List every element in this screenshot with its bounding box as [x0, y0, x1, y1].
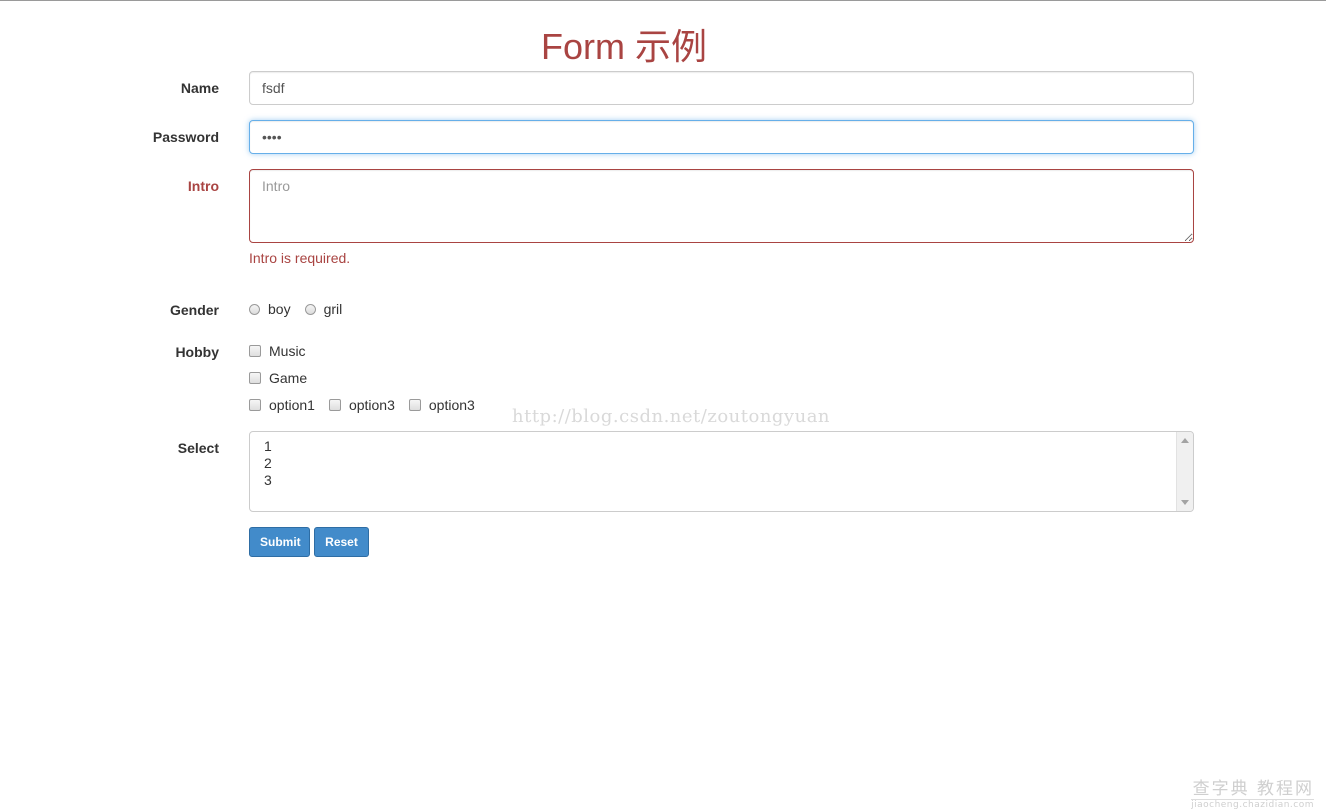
password-input[interactable] — [249, 120, 1194, 154]
gender-radio-group: boy gril — [249, 301, 356, 317]
corner-logo-main: 查字典 教程网 — [1192, 779, 1314, 799]
multi-select-listbox[interactable]: 1 2 3 — [249, 431, 1194, 512]
hobby-inline-options: option1 option3 option3 — [249, 397, 489, 413]
form-page: Form 示例 Name Password Intro Intro is req… — [0, 0, 1326, 812]
corner-logo-sub: jiaocheng.chazidian.com — [1191, 799, 1314, 810]
corner-logo: 查字典 教程网 jiaocheng.chazidian.com — [1191, 774, 1314, 810]
select-option[interactable]: 2 — [264, 455, 272, 472]
hobby-option-game[interactable]: Game — [249, 370, 307, 386]
checkbox[interactable] — [249, 372, 261, 384]
intro-label: Intro — [187, 178, 219, 194]
intro-error-message: Intro is required. — [249, 250, 351, 266]
select-scrollbar[interactable] — [1176, 432, 1193, 511]
checkbox[interactable] — [249, 399, 261, 411]
select-option[interactable]: 3 — [264, 472, 272, 489]
watermark-text: http://blog.csdn.net/zoutongyuan — [512, 406, 831, 427]
name-label: Name — [180, 80, 219, 96]
gender-option-boy[interactable]: boy — [249, 301, 291, 317]
checkbox[interactable] — [249, 345, 261, 357]
scroll-up-arrow-icon[interactable] — [1181, 438, 1189, 443]
page-title: Form 示例 — [541, 26, 707, 67]
checkbox-label: option3 — [428, 397, 475, 413]
hobby-option-option3-b[interactable]: option3 — [408, 397, 475, 413]
radio-button[interactable] — [304, 303, 316, 315]
submit-button[interactable]: Submit — [249, 527, 310, 557]
checkbox-label: Game — [269, 370, 308, 386]
checkbox-label: option1 — [269, 397, 315, 413]
select-label: Select — [177, 440, 219, 456]
scroll-down-arrow-icon[interactable] — [1181, 500, 1189, 505]
checkbox[interactable] — [408, 399, 421, 411]
hobby-option-option1[interactable]: option1 — [249, 397, 315, 413]
hobby-option-option3-a[interactable]: option3 — [328, 397, 395, 413]
checkbox-label: Music — [269, 343, 306, 359]
gender-label: Gender — [169, 302, 219, 318]
reset-button[interactable]: Reset — [314, 527, 369, 557]
gender-option-gril[interactable]: gril — [304, 301, 343, 317]
radio-button[interactable] — [249, 303, 260, 315]
radio-label: boy — [268, 301, 291, 317]
radio-label: gril — [323, 301, 343, 317]
password-label: Password — [152, 129, 219, 145]
checkbox-label: option3 — [348, 397, 395, 413]
intro-textarea[interactable] — [249, 169, 1194, 243]
checkbox[interactable] — [328, 399, 341, 411]
hobby-option-music[interactable]: Music — [249, 343, 306, 359]
name-input[interactable] — [249, 71, 1194, 105]
select-options-list: 1 2 3 — [264, 438, 272, 489]
hobby-label: Hobby — [175, 344, 219, 360]
select-option[interactable]: 1 — [264, 438, 272, 455]
